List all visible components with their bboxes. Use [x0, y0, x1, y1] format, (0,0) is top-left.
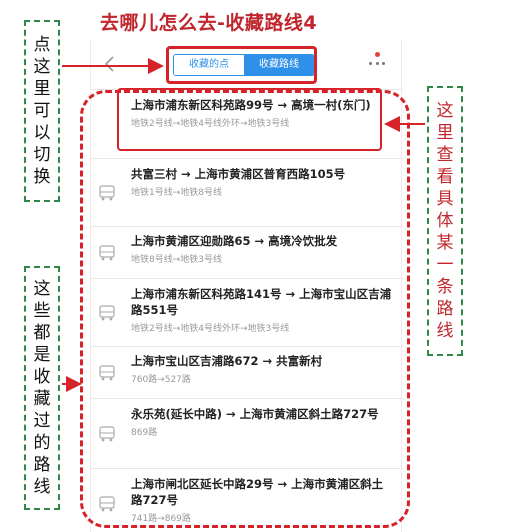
annotation-char: 看 — [436, 167, 454, 187]
back-arrow-icon[interactable] — [103, 54, 117, 74]
annotation-char: 路 — [436, 299, 454, 319]
annotation-char: 藏 — [33, 389, 51, 409]
tab-switcher-highlight — [166, 46, 317, 84]
annotation-view-route: 这里查看具体某一条路线 — [427, 86, 463, 356]
annotation-char: 线 — [436, 321, 454, 341]
annotation-char: 体 — [436, 211, 454, 231]
annotation-char: 路 — [33, 455, 51, 475]
annotation-char: 某 — [436, 233, 454, 253]
annotation-char: 切 — [33, 145, 51, 165]
page-title: 去哪儿怎么去-收藏路线4 — [100, 12, 318, 34]
annotation-char: 的 — [33, 433, 51, 453]
annotation-char: 收 — [33, 367, 51, 387]
annotation-char: 查 — [436, 145, 454, 165]
annotation-char: 是 — [33, 345, 51, 365]
annotation-char: 具 — [436, 189, 454, 209]
notification-dot — [375, 52, 380, 57]
annotation-char: 可 — [33, 101, 51, 121]
route-list-highlight — [80, 90, 410, 528]
annotation-char: 这 — [33, 57, 51, 77]
annotation-char: 换 — [33, 167, 51, 187]
annotation-char: 点 — [33, 35, 51, 55]
annotation-char: 线 — [33, 477, 51, 497]
annotation-char: 以 — [33, 123, 51, 143]
more-options-icon[interactable] — [367, 52, 387, 72]
annotation-char: 过 — [33, 411, 51, 431]
annotation-char: 都 — [33, 323, 51, 343]
annotation-char: 条 — [436, 277, 454, 297]
annotation-char: 一 — [436, 255, 454, 275]
annotation-char: 些 — [33, 301, 51, 321]
annotation-switch-tabs: 点这里可以切换 — [24, 20, 60, 202]
annotation-char: 里 — [436, 123, 454, 143]
annotation-saved-routes: 这些都是收藏过的路线 — [24, 266, 60, 510]
annotation-char: 里 — [33, 79, 51, 99]
annotation-char: 这 — [33, 279, 51, 299]
annotation-char: 这 — [436, 101, 454, 121]
